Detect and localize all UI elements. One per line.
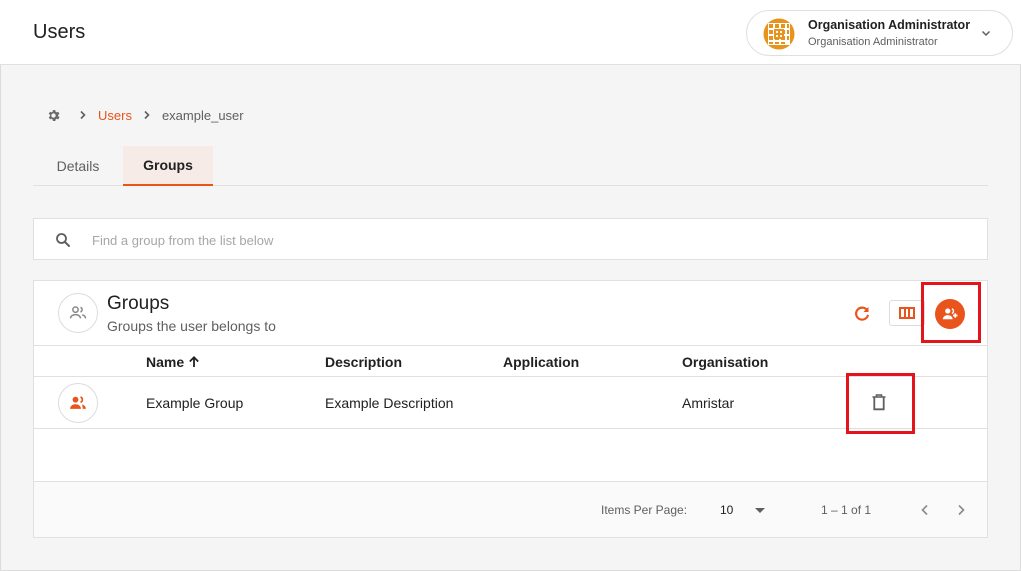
organisation-logo-icon	[763, 18, 795, 50]
page-range-label: 1 – 1 of 1	[821, 503, 872, 517]
cell-organisation: Amristar	[682, 395, 735, 411]
search-box	[33, 218, 988, 260]
card-avatar	[58, 293, 98, 333]
column-header-application[interactable]: Application	[503, 354, 579, 370]
card-subtitle: Groups the user belongs to	[107, 318, 276, 334]
tab-bar: Details Groups	[33, 146, 988, 186]
add-group-button[interactable]	[935, 299, 965, 329]
breadcrumb: Users example_user	[46, 106, 244, 124]
chevron-right-icon	[958, 504, 965, 516]
table-header: Name Description Application Organisatio…	[34, 345, 987, 377]
items-per-page-label: Items Per Page:	[601, 503, 688, 517]
table-row[interactable]: Example Group Example Description Amrist…	[34, 373, 987, 434]
search-icon	[56, 233, 70, 247]
sort-ascending-icon	[189, 356, 199, 367]
cell-description: Example Description	[325, 395, 454, 411]
columns-icon	[899, 307, 915, 319]
tab-groups[interactable]: Groups	[123, 146, 213, 186]
trash-icon	[872, 394, 886, 411]
user-role: Organisation Administrator	[808, 36, 938, 48]
add-group-icon	[942, 308, 958, 320]
group-icon	[69, 306, 87, 319]
chevron-left-icon	[921, 504, 928, 516]
next-page-button[interactable]	[951, 500, 971, 520]
items-per-page-value: 10	[720, 503, 734, 517]
refresh-icon[interactable]	[852, 304, 872, 324]
group-icon	[70, 396, 86, 409]
user-name: Organisation Administrator	[808, 18, 971, 32]
chevron-down-icon	[981, 30, 991, 37]
column-header-description[interactable]: Description	[325, 354, 402, 370]
tab-details[interactable]: Details	[33, 146, 123, 185]
user-menu-button[interactable]: Organisation Administrator Organisation …	[746, 10, 1013, 56]
chevron-right-icon	[144, 110, 150, 120]
dropdown-arrow-icon	[755, 508, 765, 513]
columns-toggle-button[interactable]	[889, 300, 925, 326]
column-header-organisation[interactable]: Organisation	[682, 354, 768, 370]
row-avatar	[58, 383, 98, 423]
page-title: Users	[33, 21, 86, 43]
cell-name: Example Group	[146, 395, 244, 411]
items-per-page-select[interactable]: 10	[720, 496, 770, 524]
card-title: Groups	[107, 293, 170, 314]
breadcrumb-users-link[interactable]: Users	[98, 108, 132, 123]
paginator: Items Per Page: 10 1 – 1 of 1	[34, 481, 987, 537]
breadcrumb-current: example_user	[161, 107, 244, 123]
previous-page-button[interactable]	[915, 500, 935, 520]
search-input[interactable]	[92, 227, 952, 253]
top-bar: Users Organisation Administrator Organis…	[0, 0, 1021, 65]
groups-card: Groups Groups the user belongs to Name D…	[33, 280, 988, 538]
gear-icon[interactable]	[46, 108, 61, 123]
column-header-name[interactable]: Name	[146, 354, 200, 370]
chevron-right-icon	[80, 110, 86, 120]
delete-button[interactable]	[868, 391, 890, 413]
